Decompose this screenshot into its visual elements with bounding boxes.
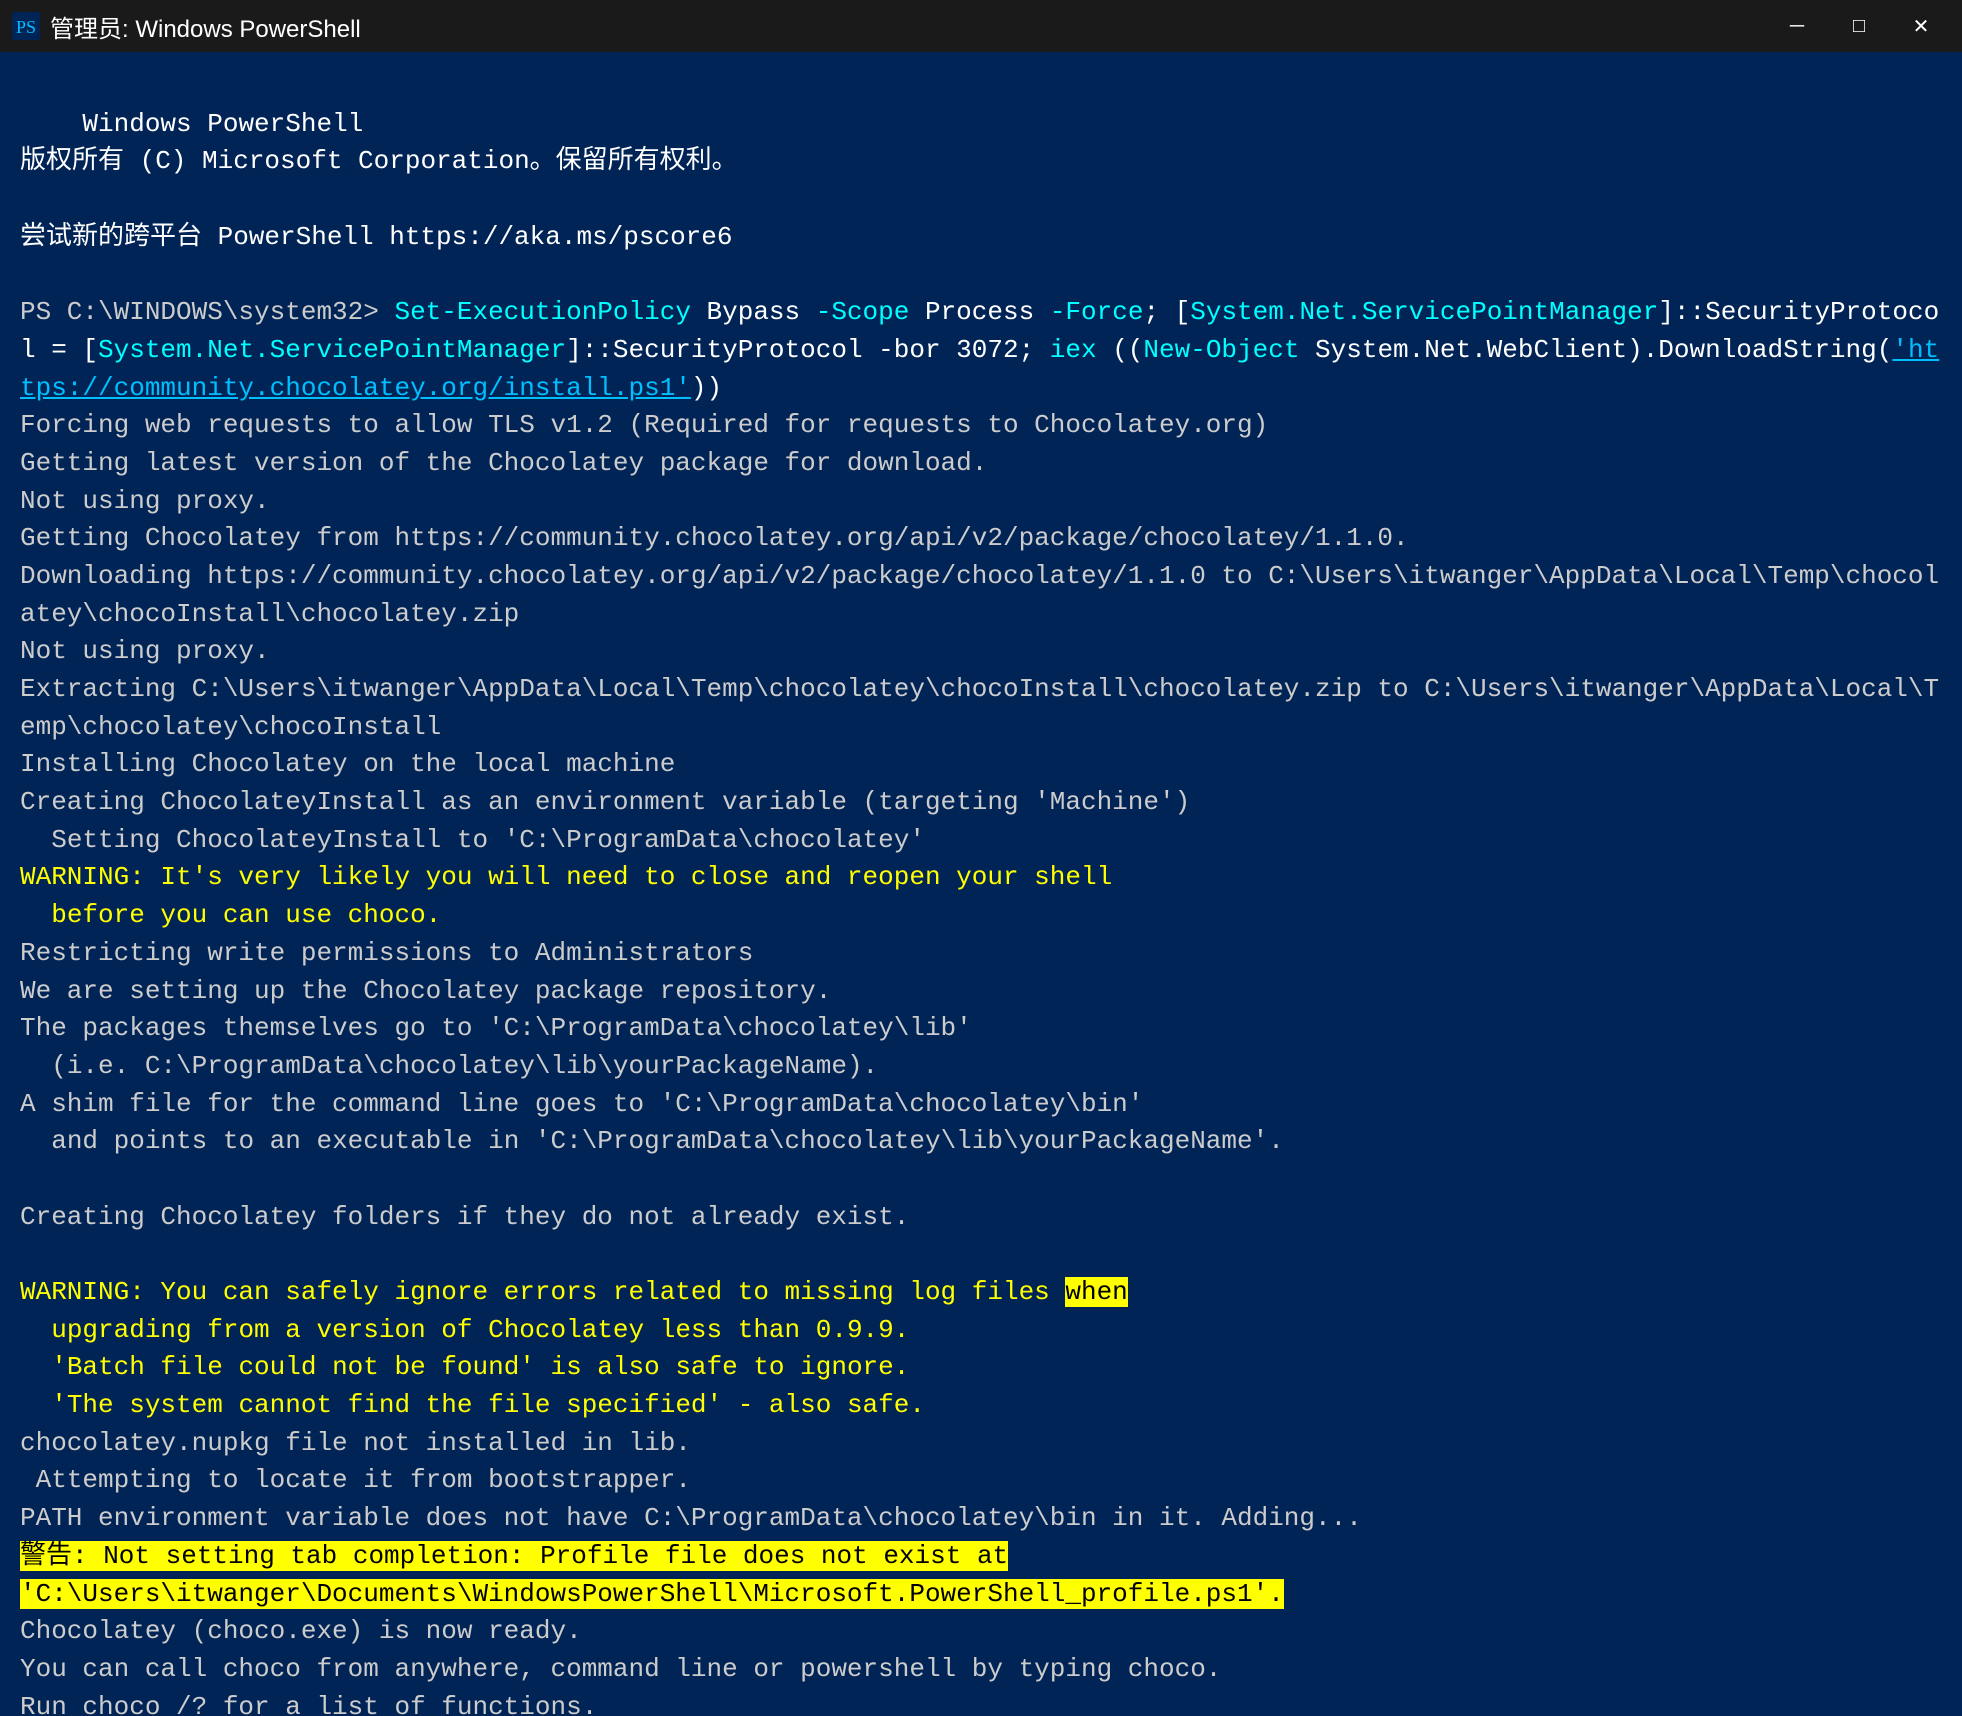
cmd-set: Set-ExecutionPolicy [394,297,690,327]
cmd-args3: ; [ [1143,297,1190,327]
line-proxy2: Not using proxy. [20,636,270,666]
window-controls: ─ □ ✕ [1768,8,1950,44]
line-ready: Chocolatey (choco.exe) is now ready. [20,1616,582,1646]
line-warning-cn: 警告: Not setting tab completion: Profile … [20,1541,1284,1609]
maximize-button[interactable]: □ [1830,8,1888,44]
line-setting-up: We are setting up the Chocolatey package… [20,976,831,1006]
line-path: PATH environment variable does not have … [20,1503,1362,1533]
cmd-newobj: New-Object [1143,335,1299,365]
window-title: 管理员: Windows PowerShell [50,9,1768,44]
line-prompt1: PS C:\WINDOWS\system32> [20,297,394,327]
line-warning1: WARNING: It's very likely you will need … [20,862,1112,892]
cmd-args6: (( [1097,335,1144,365]
cmd-args8: )) [691,373,722,403]
cmd-args5: ]::SecurityProtocol -bor 3072; [566,335,1050,365]
line-creating-folders: Creating Chocolatey folders if they do n… [20,1202,909,1232]
line-attempting: Attempting to locate it from bootstrappe… [20,1465,691,1495]
line-getting2: Getting Chocolatey from https://communit… [20,523,1409,553]
line-warning3: WARNING: You can safely ignore errors re… [20,1277,1128,1307]
cmd-iex: iex [1050,335,1097,365]
svg-text:PS: PS [16,17,36,37]
line-warning5: 'Batch file could not be found' is also … [20,1352,909,1382]
line-warning4: upgrading from a version of Chocolatey l… [20,1315,909,1345]
line-1: Windows PowerShell [82,109,363,139]
powershell-window: PS 管理员: Windows PowerShell ─ □ ✕ Windows… [0,0,1962,1716]
line-creating-env: Creating ChocolateyInstall as an environ… [20,787,1190,817]
cmd-spm2: System.Net.ServicePointManager [98,335,566,365]
line-shim: A shim file for the command line goes to… [20,1089,1143,1119]
cmd-args1: Bypass [691,297,816,327]
cmd-force: -Force [1050,297,1144,327]
line-packages: The packages themselves go to 'C:\Progra… [20,1013,972,1043]
line-3: 尝试新的跨平台 PowerShell https://aka.ms/pscore… [20,222,733,252]
cmd-scope: -Scope [816,297,910,327]
line-run: Run choco /? for a list of functions. [20,1692,597,1716]
line-call: You can call choco from anywhere, comman… [20,1654,1221,1684]
cmd-args7: System.Net.WebClient).DownloadString( [1299,335,1892,365]
minimize-button[interactable]: ─ [1768,8,1826,44]
cmd-spm1: System.Net.ServicePointManager [1190,297,1658,327]
powershell-icon: PS [12,12,40,40]
line-tls: Forcing web requests to allow TLS v1.2 (… [20,410,1268,440]
close-button[interactable]: ✕ [1892,8,1950,44]
line-proxy1: Not using proxy. [20,486,270,516]
line-2: 版权所有 (C) Microsoft Corporation。保留所有权利。 [20,146,738,176]
line-nupkg: chocolatey.nupkg file not installed in l… [20,1428,691,1458]
terminal-output[interactable]: Windows PowerShell 版权所有 (C) Microsoft Co… [0,52,1962,1716]
cmd-args2: Process [909,297,1049,327]
line-restricting: Restricting write permissions to Adminis… [20,938,753,968]
titlebar: PS 管理员: Windows PowerShell ─ □ ✕ [0,0,1962,52]
line-downloading: Downloading https://community.chocolatey… [20,561,1939,629]
line-setting: Setting ChocolateyInstall to 'C:\Program… [20,825,925,855]
line-warning6: 'The system cannot find the file specifi… [20,1390,925,1420]
line-points: and points to an executable in 'C:\Progr… [20,1126,1284,1156]
line-installing: Installing Chocolatey on the local machi… [20,749,675,779]
line-extracting: Extracting C:\Users\itwanger\AppData\Loc… [20,674,1939,742]
line-warning2: before you can use choco. [20,900,441,930]
line-getting1: Getting latest version of the Chocolatey… [20,448,987,478]
line-ie: (i.e. C:\ProgramData\chocolatey\lib\your… [20,1051,878,1081]
